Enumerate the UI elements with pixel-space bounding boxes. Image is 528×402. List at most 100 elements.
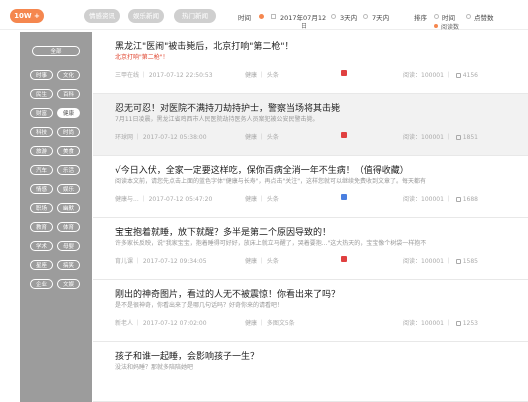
like-icon — [455, 73, 461, 78]
article-source[interactable]: 三甲在线 — [115, 72, 139, 79]
sort-label: 排序 — [414, 14, 427, 22]
category-all-button[interactable]: 全部 — [32, 46, 80, 56]
top-filter-bar: 10W + 情感资讯 娱乐新闻 热门新闻 时间 2017年07月12 日 3天内… — [0, 0, 528, 31]
category-button[interactable]: 文化 — [57, 70, 80, 80]
article-item[interactable]: 刚出的神奇图片，看过的人无不被震惊！你看出来了吗？ 是不是很神奇，你看出来了是哪几… — [93, 280, 528, 342]
meta-separator: ｜ — [133, 320, 143, 327]
category-button[interactable]: 体育 — [57, 222, 80, 232]
article-source[interactable]: 环球网 — [115, 134, 133, 141]
article-source[interactable]: 新老人 — [115, 320, 133, 327]
article-title[interactable]: 孩子和谁一起睡，会影响孩子一生？ — [115, 349, 259, 362]
range-7-label[interactable]: 7天内 — [372, 12, 389, 22]
article-item[interactable]: 忍无可忍！对医院不满持刀劫持护士，警察当场将其击毙 7月11日凌晨，黑龙江省鸡西市… — [93, 94, 528, 156]
article-summary: 许多家长反映，说"我家宝宝，抱着睡得可好好，放床上就立马醒了，哭着要抱..."这… — [115, 240, 427, 247]
like-icon — [455, 321, 461, 326]
article-stats: 阅读：100001 ｜ 1688 — [403, 194, 478, 203]
source-badge-icon — [341, 70, 347, 76]
article-title[interactable]: √今日入伏，全家一定要这样吃，保你百病全消一年不生病！（值得收藏） — [115, 163, 409, 176]
meta-separator: ｜ — [139, 72, 149, 79]
category-button[interactable]: 幽默 — [57, 203, 80, 213]
category-button[interactable]: 时尚 — [57, 127, 80, 137]
category-button[interactable]: 科技 — [30, 127, 53, 137]
sort-likes-radio[interactable] — [466, 14, 471, 19]
sort-reads-radio[interactable] — [434, 24, 438, 28]
like-icon — [455, 197, 461, 202]
article-source[interactable]: 健康与... — [115, 196, 139, 203]
stats-separator: ｜ — [443, 196, 454, 203]
stats-separator: ｜ — [443, 72, 454, 79]
article-stats: 阅读：100001 ｜ 1851 — [403, 132, 478, 141]
category-button[interactable]: 职场 — [30, 203, 53, 213]
article-summary: 是不是很神奇，你看出来了是哪几句话吗？好奇你来的请看吧！ — [115, 302, 284, 309]
category-button[interactable]: 健康 — [57, 108, 80, 118]
like-count: 1253 — [462, 320, 479, 327]
article-stats: 阅读：100001 ｜ 1253 — [403, 318, 478, 327]
article-stats: 阅读：100001 ｜ 4156 — [403, 70, 478, 79]
article-category: 健康 ｜ 头条 — [245, 134, 279, 141]
range-3-label[interactable]: 3天内 — [340, 12, 357, 22]
article-summary: 阅读本文前，请您先点击上面的蓝色字体"健康与长寿"，再点击"关注"，这样您就可以… — [115, 178, 427, 185]
stats-separator: ｜ — [443, 134, 454, 141]
category-button[interactable]: 乐活 — [57, 165, 80, 175]
read-count: 阅读：100001 — [403, 72, 444, 79]
like-icon — [455, 135, 461, 140]
article-title[interactable]: 忍无可忍！对医院不满持刀劫持护士，警察当场将其击毙 — [115, 101, 340, 114]
category-button[interactable]: 汽车 — [30, 165, 53, 175]
article-meta: 三甲在线 ｜ 2017-07-12 22:50:53 — [115, 70, 213, 79]
article-category: 健康 ｜ 多图文5条 — [245, 320, 295, 327]
article-summary: 北京打响"第二枪"！ — [115, 54, 169, 61]
article-category: 健康 ｜ 头条 — [245, 72, 279, 79]
sort-time-radio[interactable] — [434, 14, 439, 19]
article-meta: 育儿课 ｜ 2017-07-12 09:34:05 — [115, 256, 207, 265]
read-count: 阅读：100001 — [403, 258, 444, 265]
filter-pill-3[interactable]: 热门新闻 — [174, 9, 216, 23]
category-button[interactable]: 百科 — [57, 89, 80, 99]
article-summary: 7月11日凌晨，黑龙江省鸡西市人民医院劫持医务人员案犯被公安民警击毙。 — [115, 116, 319, 123]
category-button[interactable]: 美食 — [57, 146, 80, 156]
hot-10w-button[interactable]: 10W + — [10, 9, 44, 23]
meta-separator: ｜ — [138, 196, 149, 203]
range-7-radio[interactable] — [363, 14, 368, 19]
article-title[interactable]: 宝宝抱着就睡，放下就醒？多半是第二个原因导致的！ — [115, 225, 331, 238]
filter-pill-2[interactable]: 娱乐新闻 — [128, 9, 164, 23]
article-item[interactable]: √今日入伏，全家一定要这样吃，保你百病全消一年不生病！（值得收藏） 阅读本文前，请… — [93, 156, 528, 218]
sort-time-label[interactable]: 时间 — [442, 12, 455, 22]
meta-separator: ｜ — [133, 134, 143, 141]
article-title[interactable]: 黑龙江"医闹"被击毙后，北京打响"第二枪"！ — [115, 39, 294, 52]
category-button[interactable]: 财富 — [30, 108, 53, 118]
read-count: 阅读：100001 — [403, 196, 444, 203]
sort-reads-label[interactable]: 阅读数 — [441, 22, 459, 31]
category-button[interactable]: 旅游 — [30, 146, 53, 156]
category-button[interactable]: 娱乐 — [57, 184, 80, 194]
source-badge-icon — [341, 132, 347, 138]
article-summary: 没法和妈睡？那就多陪陪她吧 — [115, 364, 194, 371]
category-button[interactable]: 情感 — [30, 184, 53, 194]
like-count: 1851 — [462, 134, 479, 141]
sort-likes-label[interactable]: 点赞数 — [474, 12, 494, 22]
stats-separator: ｜ — [443, 258, 454, 265]
category-sidebar: 全部 时事 文化 民生 百科 财富 健康 科技 时尚 旅游 美食 汽车 乐活 情感 娱乐 职场 幽默 教育 体育学… — [20, 32, 92, 402]
category-button[interactable]: 时事 — [30, 70, 53, 80]
article-title[interactable]: 刚出的神奇图片，看过的人无不被震惊！你看出来了吗？ — [115, 287, 340, 300]
category-button[interactable]: 企业 — [30, 279, 53, 289]
stats-separator: ｜ — [443, 320, 454, 327]
date-radio[interactable] — [259, 14, 264, 19]
article-date: 2017-07-12 09:34:05 — [142, 258, 207, 265]
article-item[interactable]: 孩子和谁一起睡，会影响孩子一生？ 没法和妈睡？那就多陪陪她吧 — [93, 342, 528, 402]
category-button[interactable]: 民生 — [30, 89, 53, 99]
filter-pill-1[interactable]: 情感资讯 — [84, 9, 120, 23]
range-3-radio[interactable] — [331, 14, 336, 19]
article-item[interactable]: 黑龙江"医闹"被击毙后，北京打响"第二枪"！ 北京打响"第二枪"！ 三甲在线 ｜ 2… — [93, 32, 528, 94]
date-calendar-icon[interactable] — [271, 14, 276, 19]
category-button[interactable]: 文娱 — [57, 279, 80, 289]
article-source[interactable]: 育儿课 — [115, 258, 133, 265]
article-item[interactable]: 宝宝抱着就睡，放下就醒？多半是第二个原因导致的！ 许多家长反映，说"我家宝宝，抱着… — [93, 218, 528, 280]
category-button[interactable]: 母婴 — [57, 241, 80, 251]
category-button[interactable]: 学术 — [30, 241, 53, 251]
category-button[interactable]: 星座 — [30, 260, 53, 270]
article-date: 2017-07-12 05:38:00 — [142, 134, 207, 141]
article-date: 2017-07-12 05:47:20 — [148, 196, 213, 203]
category-button[interactable]: 搞笑 — [57, 260, 80, 270]
category-button[interactable]: 教育 — [30, 222, 53, 232]
like-count: 1585 — [462, 258, 479, 265]
